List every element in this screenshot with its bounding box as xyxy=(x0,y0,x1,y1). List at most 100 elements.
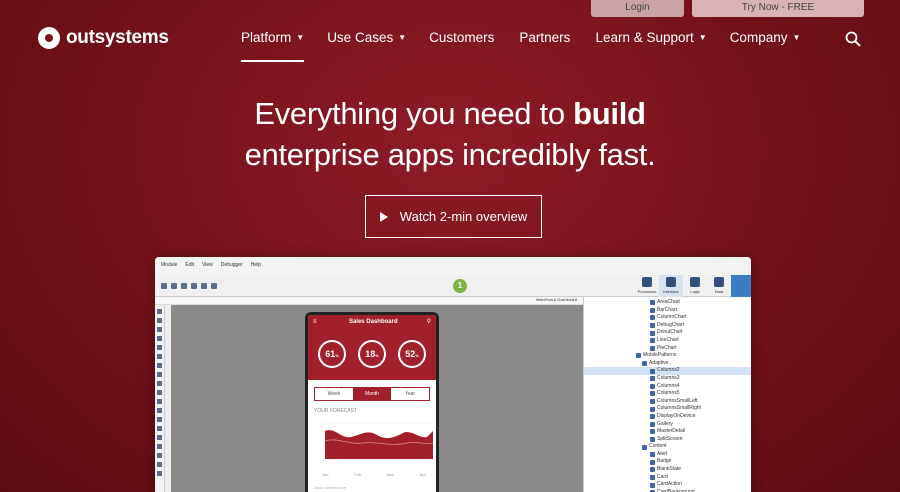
phone-preview: ≡ Sales Dashboard ⚲ 61% 18% 52% Week Mon… xyxy=(305,312,439,492)
kpi-unit: % xyxy=(335,353,339,358)
brand-name: outsystems xyxy=(66,27,169,48)
segment-week: Week xyxy=(327,391,341,397)
tree-node: Card xyxy=(584,474,751,482)
tree-node: Columns5 xyxy=(584,390,751,398)
tree-node: Adaptive xyxy=(584,360,751,368)
watch-overview-button[interactable]: Watch 2-min overview xyxy=(365,195,542,238)
tree-node-label: Gallery xyxy=(657,420,673,427)
tree-node: PieChart xyxy=(584,345,751,353)
forecast-area-chart xyxy=(323,422,435,460)
tree-node-label: Columns5 xyxy=(657,390,680,397)
nav-item-customers[interactable]: Customers xyxy=(429,30,494,45)
nav-item-learn-support[interactable]: Learn & Support ▼ xyxy=(595,30,706,45)
logo-mark-icon xyxy=(38,27,60,49)
hamburger-menu-icon: ≡ xyxy=(313,318,317,325)
tree-node: Columns2 xyxy=(584,367,751,375)
tree-node-label: Columns4 xyxy=(657,382,680,389)
back-icon xyxy=(161,283,167,289)
axis-tick: Feb xyxy=(354,472,362,477)
widget-icon xyxy=(157,354,162,359)
widget-icon xyxy=(650,368,655,374)
tree-node: BarChart xyxy=(584,307,751,315)
tree-node: AreaChart xyxy=(584,299,751,307)
widget-icon xyxy=(157,417,162,422)
cta-label: Watch 2-min overview xyxy=(399,209,528,224)
publish-icon xyxy=(181,283,187,289)
tree-node: ColumnChart xyxy=(584,314,751,322)
widget-icon xyxy=(650,391,655,397)
studio-menu-item: Module xyxy=(161,262,178,268)
tree-node: Content xyxy=(584,443,751,451)
try-now-button[interactable]: Try Now - FREE xyxy=(692,0,864,17)
segment-month: Month xyxy=(353,388,391,400)
kpi-value: 52 xyxy=(405,349,416,359)
tree-node: MasterDetail xyxy=(584,428,751,436)
widget-icon xyxy=(650,429,655,435)
tree-node: DebugChart xyxy=(584,322,751,330)
phone-title: Sales Dashboard xyxy=(348,318,398,325)
tree-node-label: ColumnsSmallRight xyxy=(657,405,701,412)
play-icon xyxy=(379,211,388,222)
tree-node-label: ColumnChart xyxy=(657,314,687,321)
nav-item-label: Partners xyxy=(519,30,571,45)
forward-icon xyxy=(171,283,177,289)
tree-node-label: Columns3 xyxy=(657,374,680,381)
kpi-unit: % xyxy=(375,353,379,358)
kpi-circle: 18% xyxy=(358,340,386,368)
element-tree: AreaChart BarChart ColumnChart DebugChart Do… xyxy=(583,297,751,492)
nav-item-platform[interactable]: Platform ▼ xyxy=(241,30,305,62)
tree-node-label: LineChart xyxy=(657,336,679,343)
brand-logo[interactable]: outsystems xyxy=(38,27,169,49)
widget-icon xyxy=(650,421,655,427)
widget-icon xyxy=(157,435,162,440)
search-icon[interactable] xyxy=(845,31,861,47)
widget-icon xyxy=(157,462,162,467)
widget-icon xyxy=(157,444,162,449)
tree-node-label: DonutChart xyxy=(657,329,683,336)
widget-icon xyxy=(650,406,655,412)
chart-axis: Jan Feb Mar Apr xyxy=(322,472,426,477)
widget-icon xyxy=(650,383,655,389)
tree-node-label: MasterDetail xyxy=(657,428,686,435)
widget-icon xyxy=(650,467,655,473)
studio-menu-bar: Module Edit View Debugger Help xyxy=(155,257,751,275)
widget-icon xyxy=(650,452,655,458)
widget-icon xyxy=(157,399,162,404)
widget-icon xyxy=(650,323,655,329)
tree-node: DonutChart xyxy=(584,329,751,337)
tree-node-label: DisplayOnDevice xyxy=(657,412,696,419)
tree-node: LineChart xyxy=(584,337,751,345)
nav-item-partners[interactable]: Partners xyxy=(519,30,570,45)
kpi-value: 61 xyxy=(325,349,336,359)
kpi-unit: % xyxy=(415,353,419,358)
nav-item-label: Learn & Support xyxy=(595,30,694,45)
tree-node-label: PieChart xyxy=(657,344,677,351)
studio-toolbar-icons xyxy=(161,283,217,289)
widget-icon xyxy=(157,408,162,413)
axis-tick: Jan xyxy=(322,472,329,477)
tree-node: Columns4 xyxy=(584,383,751,391)
kpi-row: 61% 18% 52% xyxy=(308,328,436,380)
tab-logic: Logic xyxy=(683,275,707,297)
tree-node: ColumnsSmallLeft xyxy=(584,398,751,406)
tree-node-label: Alert xyxy=(657,450,668,457)
tree-node-label: BlankSlate xyxy=(657,466,681,473)
nav-item-use-cases[interactable]: Use Cases ▼ xyxy=(327,30,406,45)
nav-item-label: Platform xyxy=(241,30,292,45)
nav-item-label: Customers xyxy=(429,30,495,45)
nav-item-label: Company xyxy=(729,30,788,45)
kpi-value: 18 xyxy=(365,349,376,359)
phone-header: ≡ Sales Dashboard ⚲ xyxy=(308,315,436,328)
hero-heading: Everything you need to build enterprise … xyxy=(0,93,900,175)
widget-icon xyxy=(650,345,655,351)
widget-icon xyxy=(157,390,162,395)
login-button[interactable]: Login xyxy=(591,0,684,17)
tree-node-label: Content xyxy=(649,443,667,450)
axis-tick: Mar xyxy=(387,472,394,477)
widget-icon xyxy=(650,399,655,405)
tree-node-label: Badge xyxy=(657,458,672,465)
axis-tick: Apr xyxy=(419,472,426,477)
period-selector: Week Month Year xyxy=(314,387,430,401)
widget-icon xyxy=(157,336,162,341)
nav-item-company[interactable]: Company ▼ xyxy=(730,30,801,45)
